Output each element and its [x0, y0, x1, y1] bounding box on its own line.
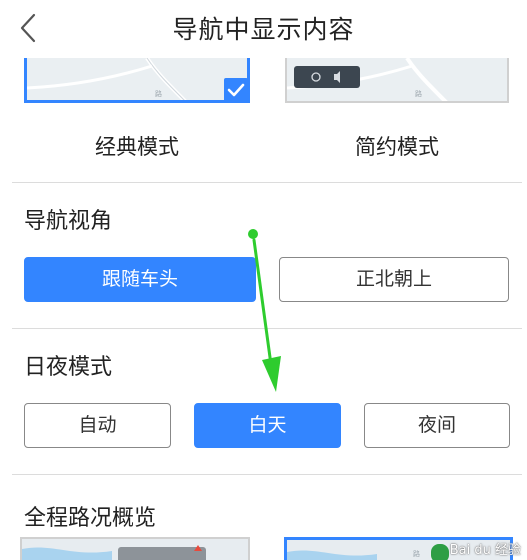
- map-preview-image: [22, 539, 248, 560]
- divider: [12, 474, 522, 475]
- page-title: 导航中显示内容: [172, 15, 355, 44]
- auto-mode-button[interactable]: 自动: [24, 403, 171, 448]
- overview-title: 全程路况概览: [24, 506, 157, 531]
- svg-text:路: 路: [155, 89, 162, 98]
- svg-text:路: 路: [413, 549, 420, 558]
- selected-check-icon: [224, 78, 248, 102]
- day-mode-button[interactable]: 白天: [194, 403, 341, 448]
- svg-text:路: 路: [415, 89, 422, 98]
- divider: [12, 182, 522, 183]
- classic-mode-preview[interactable]: 路: [24, 58, 250, 103]
- north-up-button[interactable]: 正北朝上: [279, 257, 509, 302]
- overview-preview-off[interactable]: [20, 537, 250, 560]
- night-mode-button[interactable]: 夜间: [364, 403, 510, 448]
- day-night-title: 日夜模式: [24, 355, 113, 380]
- baidu-watermark: Bai du 经验: [449, 543, 521, 558]
- header-bar: 导航中显示内容: [0, 0, 527, 58]
- map-preview-image: 路: [27, 58, 247, 100]
- follow-heading-button[interactable]: 跟随车头: [24, 257, 256, 302]
- nav-view-title: 导航视角: [24, 209, 113, 234]
- simple-mode-label[interactable]: 简约模式: [297, 131, 497, 161]
- classic-mode-label[interactable]: 经典模式: [37, 131, 237, 161]
- divider: [12, 328, 522, 329]
- compass-icon: [311, 71, 340, 83]
- mini-control-panel: [294, 66, 360, 88]
